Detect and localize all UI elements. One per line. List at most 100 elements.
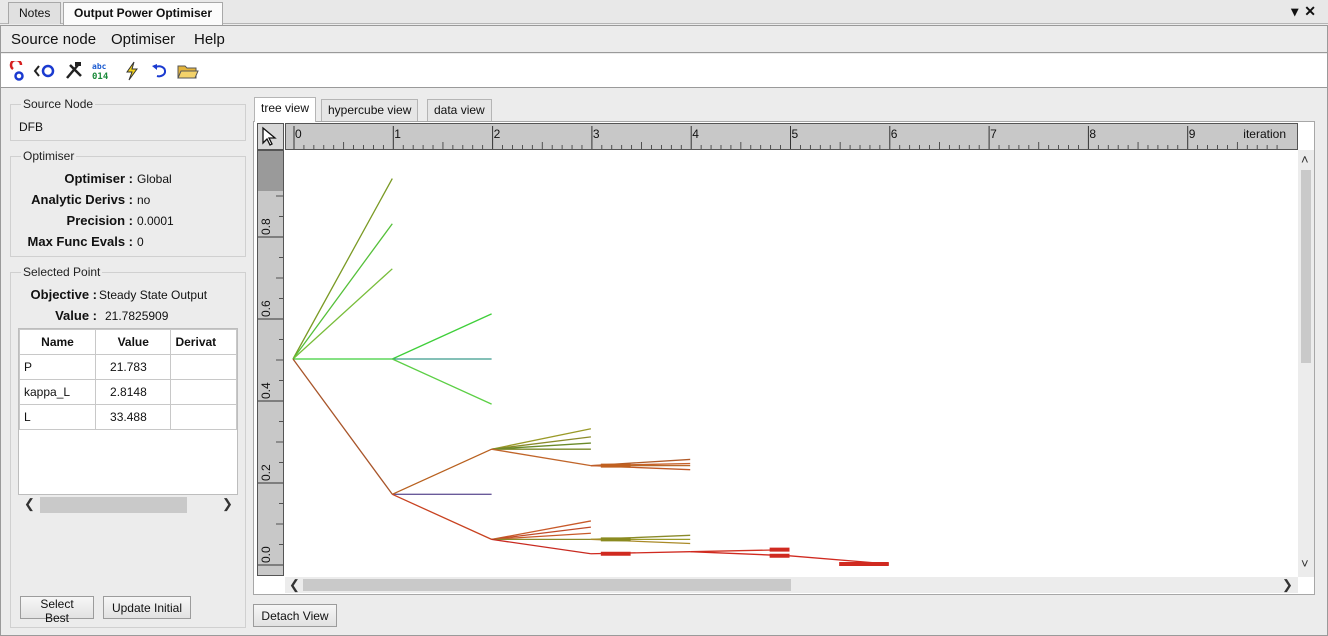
scroll-left-icon[interactable]: ❮ [289,577,300,593]
step-icon[interactable] [33,61,55,81]
menu-source-node[interactable]: Source node [11,31,96,48]
undo-icon[interactable] [149,61,171,81]
optimiser-label: Optimiser : [64,171,133,186]
ruler-tick-label: 9 [1189,127,1196,141]
pointer-icon[interactable] [257,123,284,150]
selected-point-table: Name Value Derivat P 21.783 kappa_L 2.81… [18,328,238,495]
tree-plot[interactable] [285,150,1297,577]
menu-help[interactable]: Help [194,31,225,48]
tab-tree-view[interactable]: tree view [254,97,317,122]
cell-deriv[interactable] [170,404,237,430]
scrollbar-thumb[interactable] [40,497,187,513]
ruler-axis-label: iteration [1243,127,1286,141]
lightning-icon[interactable] [121,61,143,81]
tree-branch[interactable] [292,178,393,360]
precision-label: Precision : [66,213,133,228]
ruler-tick-label: 0.2 [259,464,273,481]
document-tab-strip: Notes Output Power Optimiser ▾✕ [0,0,1328,25]
tree-branch[interactable] [491,448,592,467]
column-header-derivative[interactable]: Derivat [170,329,237,355]
max-func-evals-label: Max Func Evals : [27,234,133,249]
scroll-up-icon[interactable]: ˄ [1301,152,1309,167]
tree-branch[interactable] [392,493,492,540]
ruler-tick-label: 5 [792,127,799,141]
open-folder-icon[interactable] [177,61,199,81]
ruler-tick-label: 0.8 [259,218,273,235]
scroll-right-icon[interactable]: ❯ [1282,577,1293,593]
scroll-right-icon[interactable]: ❯ [222,496,233,512]
tree-branch[interactable] [292,268,393,360]
optimiser-value: Global [137,172,172,186]
ruler-tick-label: 7 [990,127,997,141]
analytic-derivs-value: no [137,193,151,207]
close-icon[interactable]: ✕ [1304,3,1322,19]
objective-label: Objective : [30,287,97,302]
cell-name[interactable]: L [19,404,97,430]
ruler-tick-label: 8 [1089,127,1096,141]
precision-value: 0.0001 [137,214,174,228]
ruler-tick-label: 0.4 [259,382,273,399]
svg-text:014: 014 [92,72,109,81]
detach-view-button[interactable]: Detach View [253,604,337,627]
ruler-header-block [258,151,283,191]
table-row[interactable]: kappa_L 2.8148 [19,379,237,405]
cell-deriv[interactable] [170,354,237,380]
objective-value: Steady State Output [99,288,208,302]
select-best-button[interactable]: Select Best [20,596,94,625]
scrollbar-thumb[interactable] [303,579,791,591]
cell-name[interactable]: P [19,354,97,380]
source-node-value: DFB [19,120,43,134]
tree-branch[interactable] [491,526,591,541]
toolbar: abc 014 [1,54,1327,88]
tree-branch[interactable] [392,448,492,495]
column-header-name[interactable]: Name [19,329,97,355]
ruler-tick-label: 2 [494,127,501,141]
value-label: Value : [55,308,97,323]
table-horizontal-scrollbar[interactable]: ❮ ❯ [18,495,238,515]
iteration-ruler: 0 1 2 3 4 5 6 7 8 9 iteration [285,123,1298,150]
optimiser-group: Optimiser Optimiser : Global Analytic De… [10,149,246,257]
column-header-value[interactable]: Value [95,329,172,355]
svg-text:abc: abc [92,62,107,71]
ruler-tick-label: 0.6 [259,300,273,317]
tree-branch[interactable] [292,358,393,495]
ruler-tick-label: 6 [891,127,898,141]
ruler-tick-label: 4 [692,127,699,141]
cell-name[interactable]: kappa_L [19,379,97,405]
ruler-tick-label: 0.0 [259,546,273,563]
tab-data-view[interactable]: data view [427,99,492,121]
binary-icon[interactable]: abc 014 [91,61,113,81]
value-value: 21.7825909 [105,309,169,323]
update-initial-button[interactable]: Update Initial [103,596,191,619]
tools-icon[interactable] [63,61,85,81]
cell-value[interactable]: 2.8148 [95,379,172,405]
tree-branch[interactable] [491,538,591,555]
cell-deriv[interactable] [170,379,237,405]
selected-point-title: Selected Point [21,265,103,279]
ruler-tick-label: 3 [593,127,600,141]
plot-horizontal-scrollbar[interactable]: ❮ ❯ [285,577,1298,593]
cell-value[interactable]: 33.488 [95,404,172,430]
tab-output-power-optimiser[interactable]: Output Power Optimiser [63,2,224,25]
scroll-left-icon[interactable]: ❮ [24,496,35,512]
ruler-tick-label: 0 [295,127,302,141]
max-func-evals-value: 0 [137,235,144,249]
source-node-group: Source Node DFB [10,97,246,141]
scroll-down-icon[interactable]: ˅ [1301,556,1309,571]
scrollbar-thumb[interactable] [1301,170,1311,363]
menu-optimiser[interactable]: Optimiser [111,31,175,48]
cell-value[interactable]: 21.783 [95,354,172,380]
menu-bar: Source node Optimiser Help [1,26,1327,53]
dropdown-icon[interactable]: ▾ [1291,3,1304,19]
tree-branch[interactable] [392,358,492,405]
tree-branch[interactable] [392,313,492,360]
plot-vertical-scrollbar[interactable]: ˄ ˅ [1298,150,1314,577]
table-row[interactable]: P 21.783 [19,354,237,380]
tree-branch[interactable] [292,223,393,360]
tab-notes[interactable]: Notes [8,2,62,24]
window-controls: ▾✕ [1291,3,1322,20]
run-icon[interactable] [7,61,29,81]
tab-hypercube-view[interactable]: hypercube view [321,99,419,121]
table-row[interactable]: L 33.488 [19,404,237,430]
optimiser-title: Optimiser [21,149,77,163]
